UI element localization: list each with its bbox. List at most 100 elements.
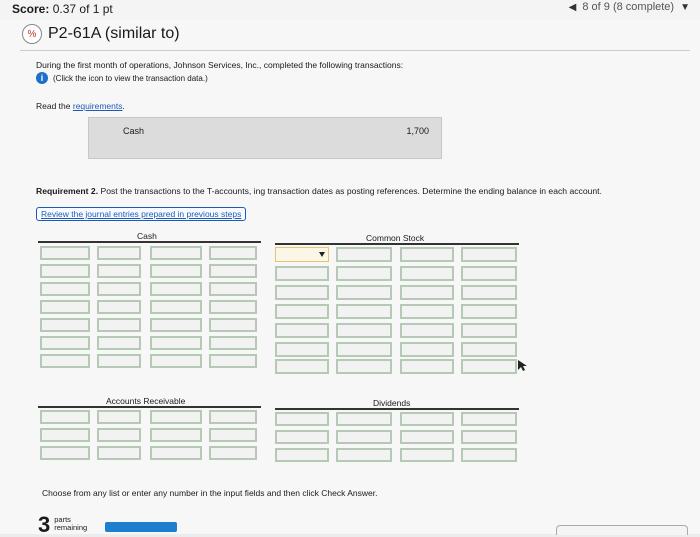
cash-credit-date-input[interactable] — [150, 246, 202, 260]
common-stock-credit-amount-input[interactable] — [461, 323, 517, 338]
accounts-receivable-credit-date-input[interactable] — [150, 428, 202, 442]
cash-credit-amount-input[interactable] — [209, 246, 257, 260]
common-stock-debit-date-input[interactable] — [275, 323, 329, 338]
cash-debit-amount-input[interactable] — [97, 300, 141, 314]
cash-debit-date-input[interactable] — [40, 336, 90, 350]
dividends-balance-label-input[interactable] — [275, 448, 329, 462]
t-account-title-accounts-receivable: Accounts Receivable — [106, 396, 186, 406]
common-stock-credit-date-input[interactable] — [400, 304, 454, 319]
cash-credit-date-input[interactable] — [150, 264, 202, 278]
common-stock-debit-date-input[interactable] — [275, 304, 329, 319]
cash-debit-date-input[interactable] — [40, 318, 90, 332]
top-bar: Score: 0.37 of 1 pt ◀ 8 of 9 (8 complete… — [0, 0, 700, 21]
accounts-receivable-credit-amount-input[interactable] — [209, 428, 257, 442]
common-stock-debit-amount-input[interactable] — [336, 266, 392, 281]
common-stock-credit-amount-input[interactable] — [461, 342, 517, 357]
info-link-text[interactable]: (Click the icon to view the transaction … — [53, 74, 208, 83]
dividends-debit-amount-input[interactable] — [336, 430, 392, 444]
cash-credit-date-input[interactable] — [150, 300, 202, 314]
cash-credit-amount-input[interactable] — [209, 300, 257, 314]
cash-debit-amount-input[interactable] — [97, 264, 141, 278]
common-stock-debit-date-input[interactable] — [275, 285, 329, 300]
cash-debit-date-input[interactable] — [40, 300, 90, 314]
cash-value: 1,700 — [406, 126, 429, 136]
common-stock-credit-amount-input[interactable] — [461, 359, 517, 374]
dividends-balance-amount-input[interactable] — [336, 448, 392, 462]
common-stock-debit-amount-input[interactable] — [336, 323, 392, 338]
cash-balance-label-input[interactable] — [40, 354, 90, 368]
cash-balance-amount-input[interactable] — [97, 354, 141, 368]
common-stock-debit-amount-input[interactable] — [336, 247, 392, 262]
dividends-credit-date-input[interactable] — [400, 412, 454, 426]
common-stock-debit-date-select[interactable] — [275, 247, 329, 262]
accounts-receivable-balance-label-input[interactable] — [40, 446, 90, 460]
cash-debit-amount-input[interactable] — [97, 318, 141, 332]
cash-credit-amount-input[interactable] — [209, 318, 257, 332]
cash-credit-amount-input[interactable] — [209, 354, 257, 368]
info-icon[interactable]: i — [36, 72, 48, 84]
cash-debit-date-input[interactable] — [40, 264, 90, 278]
accounts-receivable-debit-date-input[interactable] — [40, 410, 90, 424]
common-stock-credit-date-input[interactable] — [400, 342, 454, 357]
common-stock-credit-amount-input[interactable] — [461, 247, 517, 262]
dividends-credit-amount-input[interactable] — [461, 448, 517, 462]
cash-debit-amount-input[interactable] — [97, 336, 141, 350]
cash-debit-date-input[interactable] — [40, 282, 90, 296]
accounts-receivable-debit-amount-input[interactable] — [97, 428, 141, 442]
parts-label: parts remaining — [54, 516, 87, 532]
dividends-debit-amount-input[interactable] — [336, 412, 392, 426]
cash-label: Cash — [123, 126, 145, 136]
problem-header: % P2-61A (similar to) — [22, 24, 180, 44]
dividends-credit-amount-input[interactable] — [461, 430, 517, 444]
progress-text[interactable]: 8 of 9 (8 complete) — [582, 1, 674, 13]
common-stock-credit-amount-input[interactable] — [461, 285, 517, 300]
common-stock-credit-date-input[interactable] — [400, 247, 454, 262]
chevron-down-icon — [319, 252, 325, 257]
t-account-title-common-stock: Common Stock — [366, 233, 425, 243]
accounts-receivable-credit-date-input[interactable] — [150, 446, 202, 460]
common-stock-debit-date-input[interactable] — [275, 342, 329, 357]
common-stock-debit-amount-input[interactable] — [336, 359, 392, 374]
common-stock-credit-date-input[interactable] — [400, 359, 454, 374]
prev-arrow-icon[interactable]: ◀ — [569, 2, 577, 13]
common-stock-credit-date-input[interactable] — [400, 285, 454, 300]
dividends-debit-date-input[interactable] — [275, 430, 329, 444]
cash-credit-amount-input[interactable] — [209, 282, 257, 296]
cash-credit-amount-input[interactable] — [209, 264, 257, 278]
common-stock-debit-amount-input[interactable] — [336, 285, 392, 300]
cash-credit-date-input[interactable] — [150, 282, 202, 296]
choose-instructions: Choose from any list or enter any number… — [42, 488, 378, 498]
common-stock-debit-date-input[interactable] — [275, 266, 329, 281]
accounts-receivable-credit-amount-input[interactable] — [209, 410, 257, 424]
transaction-info[interactable]: i (Click the icon to view the transactio… — [36, 72, 208, 84]
common-stock-balance-label-input[interactable] — [275, 359, 329, 374]
dividends-credit-date-input[interactable] — [400, 448, 454, 462]
cash-debit-date-input[interactable] — [40, 246, 90, 260]
accounts-receivable-debit-amount-input[interactable] — [97, 410, 141, 424]
cash-credit-amount-input[interactable] — [209, 336, 257, 350]
dividends-credit-amount-input[interactable] — [461, 412, 517, 426]
dividends-credit-date-input[interactable] — [400, 430, 454, 444]
accounts-receivable-balance-amount-input[interactable] — [97, 446, 141, 460]
common-stock-credit-date-input[interactable] — [400, 323, 454, 338]
cash-credit-date-input[interactable] — [150, 336, 202, 350]
common-stock-debit-amount-input[interactable] — [336, 304, 392, 319]
cash-debit-amount-input[interactable] — [97, 246, 141, 260]
common-stock-credit-amount-input[interactable] — [461, 266, 517, 281]
cash-credit-date-input[interactable] — [150, 318, 202, 332]
requirement-2-label: Requirement 2. — [36, 186, 99, 196]
cash-credit-date-input[interactable] — [150, 354, 202, 368]
parts-label-line2: remaining — [54, 523, 88, 532]
accounts-receivable-debit-date-input[interactable] — [40, 428, 90, 442]
requirements-link[interactable]: requirements — [73, 101, 123, 111]
dividends-debit-date-input[interactable] — [275, 412, 329, 426]
common-stock-debit-amount-input[interactable] — [336, 342, 392, 357]
score: Score: 0.37 of 1 pt — [12, 2, 113, 16]
common-stock-credit-date-input[interactable] — [400, 266, 454, 281]
cash-debit-amount-input[interactable] — [97, 282, 141, 296]
accounts-receivable-credit-amount-input[interactable] — [209, 446, 257, 460]
dropdown-arrow-icon[interactable]: ▼ — [680, 2, 690, 13]
common-stock-credit-amount-input[interactable] — [461, 304, 517, 319]
accounts-receivable-credit-date-input[interactable] — [150, 410, 202, 424]
review-journal-entries-button[interactable]: Review the journal entries prepared in p… — [36, 207, 247, 221]
